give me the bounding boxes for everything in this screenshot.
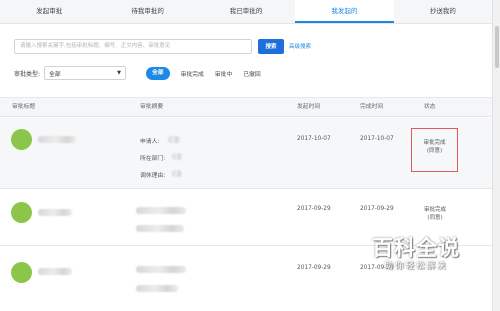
end-time: 2017-09-29 bbox=[360, 265, 394, 271]
table-row[interactable]: 2017-09-29 2017-09-29 bbox=[0, 247, 492, 311]
status-text: 审批完成 bbox=[423, 140, 446, 146]
top-tab-bar: 发起审批 待我审批的 我已审批的 我发起的 抄送我的 bbox=[0, 0, 492, 24]
header-title: 审批标题 bbox=[12, 104, 36, 110]
status-filter-chips: 全部 审批完成 审批中 已撤回 bbox=[146, 66, 272, 80]
table-row[interactable]: 2017-09-29 2017-09-29 审批完成 (同意) bbox=[0, 190, 492, 246]
redacted-title bbox=[38, 209, 72, 216]
search-button[interactable]: 搜索 bbox=[258, 38, 284, 54]
header-status: 状态 bbox=[424, 104, 436, 110]
summary-line: 申请人: bbox=[140, 139, 160, 145]
avatar bbox=[11, 129, 32, 150]
status-detail: (同意) bbox=[427, 215, 443, 221]
table-row[interactable]: 申请人: 所在部门: 调休理由: 2017-10-07 2017-10-07 审… bbox=[0, 118, 492, 189]
start-time: 2017-10-07 bbox=[297, 136, 331, 142]
status-badge: 审批完成 (同意) bbox=[418, 206, 452, 222]
redacted-value bbox=[168, 136, 180, 143]
scrollbar-thumb[interactable] bbox=[495, 26, 499, 68]
advanced-search-link[interactable]: 高级搜索 bbox=[289, 42, 311, 50]
status-detail: (同意) bbox=[426, 148, 443, 154]
chip-approved[interactable]: 审批完成 bbox=[181, 69, 204, 78]
table-header: 审批标题 审批摘要 发起时间 完成时间 状态 bbox=[0, 97, 492, 117]
avatar bbox=[11, 202, 32, 223]
tab-approved-by-me[interactable]: 我已审批的 bbox=[197, 0, 295, 23]
redacted-summary bbox=[136, 285, 178, 292]
chip-all[interactable]: 全部 bbox=[146, 66, 170, 80]
redacted-summary bbox=[136, 207, 186, 214]
header-start-time: 发起时间 bbox=[297, 104, 321, 110]
summary-line: 所在部门: bbox=[140, 156, 166, 162]
tab-cc-to-me[interactable]: 抄送我的 bbox=[394, 0, 492, 23]
chip-in-progress[interactable]: 审批中 bbox=[215, 69, 232, 78]
summary-line: 调休理由: bbox=[140, 173, 166, 179]
end-time: 2017-09-29 bbox=[360, 206, 394, 212]
approval-type-select[interactable]: 全部 ▼ bbox=[44, 66, 127, 80]
header-summary: 审批摘要 bbox=[140, 104, 164, 110]
start-time: 2017-09-29 bbox=[297, 265, 331, 271]
redacted-value bbox=[172, 170, 182, 177]
redacted-value bbox=[172, 153, 182, 160]
approval-type-label: 审批类型: bbox=[14, 70, 41, 78]
start-time: 2017-09-29 bbox=[297, 206, 331, 212]
tab-initiated-by-me[interactable]: 我发起的 bbox=[295, 0, 394, 23]
avatar bbox=[11, 262, 32, 283]
redacted-title bbox=[38, 136, 76, 143]
tab-start-approval[interactable]: 发起审批 bbox=[0, 0, 98, 23]
chip-withdrawn[interactable]: 已撤回 bbox=[243, 69, 260, 78]
redacted-title bbox=[38, 268, 72, 275]
search-row: 搜索 高级搜索 bbox=[14, 38, 311, 54]
redacted-summary bbox=[136, 225, 184, 232]
redacted-summary bbox=[136, 266, 186, 273]
tab-pending-my-approval[interactable]: 待我审批的 bbox=[98, 0, 196, 23]
status-text: 审批完成 bbox=[423, 207, 446, 213]
chevron-down-icon: ▼ bbox=[117, 70, 122, 76]
filter-row: 审批类型: 全部 ▼ 全部 审批完成 审批中 已撤回 bbox=[14, 65, 272, 81]
approval-type-value: 全部 bbox=[49, 71, 61, 78]
search-input[interactable] bbox=[14, 38, 252, 54]
header-end-time: 完成时间 bbox=[360, 104, 384, 110]
status-badge: 审批完成 (同意) bbox=[411, 128, 458, 172]
end-time: 2017-10-07 bbox=[360, 136, 394, 142]
vertical-scrollbar[interactable] bbox=[492, 0, 500, 311]
